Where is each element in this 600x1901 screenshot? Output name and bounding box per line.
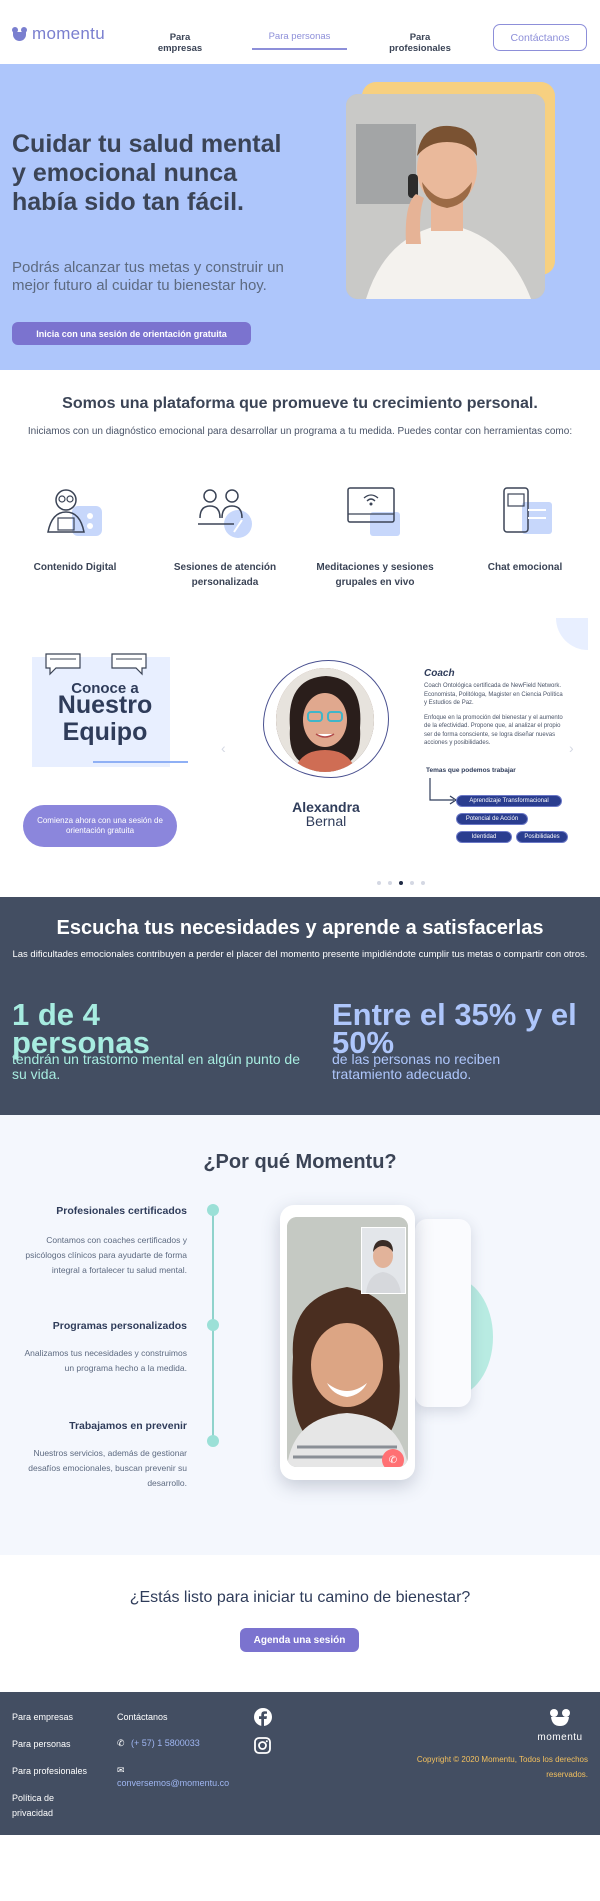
theme-pill: Posibilidades <box>516 831 568 843</box>
nav-para-empresas[interactable]: Para empresas <box>148 32 212 54</box>
personal-session-icon <box>194 484 256 546</box>
feature-emotional-chat: Chat emocional <box>460 484 590 575</box>
why-item-heading: Programas personalizados <box>52 1320 187 1332</box>
feature-label: Sesiones de atención personalizada <box>173 562 277 588</box>
team-title-large: Nuestro Equipo <box>57 691 153 746</box>
stat2-value: Entre el 35% y el 50% <box>332 997 577 1060</box>
video-call-screen: ✆ <box>287 1217 408 1467</box>
carousel-dot[interactable] <box>410 881 414 885</box>
coach-portrait <box>276 668 374 772</box>
feature-digital-content: Contenido Digital <box>10 484 140 575</box>
stat1-value: 1 de 4 personas <box>12 997 150 1060</box>
chat-icon <box>494 484 556 546</box>
hero-cta-button[interactable]: Inicia con una sesión de orientación gra… <box>12 322 251 345</box>
footer-link-privacy[interactable]: Política de privacidad <box>12 1791 92 1821</box>
carousel-dot-active[interactable] <box>399 881 403 885</box>
nav-para-profesionales[interactable]: Para profesionales <box>386 32 454 54</box>
timeline-dot <box>207 1319 219 1331</box>
footer-phone[interactable]: (+ 57) 1 5800033 <box>131 1738 200 1748</box>
digital-content-icon <box>44 484 106 546</box>
team-cta-button[interactable]: Comienza ahora con una sesión de orienta… <box>23 805 177 847</box>
feature-label: Meditaciones y sesiones grupales en vivo <box>316 562 434 588</box>
coach-bio: Coach Ontológica certificada de NewField… <box>424 683 563 746</box>
stats-title: Escucha tus necesidades y aprende a sati… <box>56 917 544 939</box>
why-item-heading: Profesionales certificados <box>56 1205 187 1217</box>
facebook-icon[interactable] <box>254 1708 272 1726</box>
logo[interactable]: momentu <box>12 24 105 44</box>
platform-text: Iniciamos con un diagnóstico emocional p… <box>27 426 573 437</box>
email-icon: ✉ <box>117 1765 125 1775</box>
themes-connector <box>429 778 458 805</box>
logo-text: momentu <box>32 24 105 43</box>
stat1-description: tendrán un trastorno mental en algún pun… <box>12 1051 300 1082</box>
logo-mark-icon <box>12 27 28 41</box>
stats-section: Escucha tus necesidades y aprende a sati… <box>0 897 600 1115</box>
live-meditation-icon <box>344 484 406 546</box>
theme-pill: Potencial de Acción <box>456 813 528 825</box>
logo-mark-icon <box>550 1709 570 1726</box>
themes-title: Temas que podemos trabajar <box>426 767 516 774</box>
coach-role: Coach <box>424 668 455 679</box>
carousel-dot[interactable] <box>377 881 381 885</box>
contact-button[interactable]: Contáctanos <box>493 24 587 51</box>
hero-subtitle: Podrás alcanzar tus metas y construir un… <box>12 259 284 294</box>
chat-bubbles-icon <box>45 653 147 676</box>
footer-logo-text: momentu <box>537 1732 583 1743</box>
footer-contact-title: Contáctanos <box>117 1712 168 1722</box>
footer-logo[interactable]: momentu <box>532 1709 588 1743</box>
why-item-text: Nuestros servicios, además de gestionar … <box>28 1448 187 1488</box>
carousel-dot[interactable] <box>421 881 425 885</box>
cta-title: ¿Estás listo para iniciar tu camino de b… <box>129 1589 471 1606</box>
hero-photo <box>346 94 545 299</box>
schedule-session-button[interactable]: Agenda una sesión <box>240 1628 359 1652</box>
nav-para-personas[interactable]: Para personas <box>252 31 347 42</box>
hero-section: Cuidar tu salud mental y emocional nunca… <box>0 64 600 370</box>
theme-pill: Aprendizaje Transformacional <box>456 795 562 807</box>
footer-link-empresas[interactable]: Para empresas <box>12 1710 73 1725</box>
timeline-dot <box>207 1435 219 1447</box>
feature-personal-sessions: Sesiones de atención personalizada <box>160 484 290 590</box>
platform-title: Somos una plataforma que promueve tu cre… <box>62 395 538 412</box>
footer-link-profesionales[interactable]: Para profesionales <box>12 1764 87 1779</box>
nav-active-underline <box>252 48 347 50</box>
feature-label: Chat emocional <box>487 562 563 573</box>
footer: Para empresas Para personas Para profesi… <box>0 1692 600 1835</box>
top-navbar: momentu Para empresas Para personas Para p… <box>0 0 600 64</box>
team-title-underline <box>93 761 188 763</box>
carousel-prev-arrow-icon[interactable]: ‹ <box>221 740 226 756</box>
stats-text: Las dificultades emocionales contribuyen… <box>12 949 588 960</box>
why-item-text: Analizamos tus necesidades y construimos… <box>24 1348 187 1373</box>
why-section: ¿Por qué Momentu? Profesionales certific… <box>0 1115 600 1555</box>
theme-pill: Identidad <box>456 831 512 843</box>
hero-title: Cuidar tu salud mental y emocional nunca… <box>12 130 282 216</box>
phone-mockup: ✆ <box>280 1205 415 1480</box>
feature-label: Contenido Digital <box>33 562 117 573</box>
coach-name: Alexandra Bernal <box>292 799 360 829</box>
why-item-heading: Trabajamos en prevenir <box>69 1420 187 1432</box>
hang-up-icon[interactable]: ✆ <box>382 1449 404 1467</box>
self-view-thumbnail <box>361 1227 406 1294</box>
footer-email[interactable]: conversemos@momentu.co <box>117 1778 229 1788</box>
why-title: ¿Por qué Momentu? <box>203 1151 397 1173</box>
stat2-description: de las personas no reciben tratamiento a… <box>332 1051 501 1082</box>
secondary-phone <box>415 1219 471 1407</box>
footer-link-personas[interactable]: Para personas <box>12 1737 71 1752</box>
corner-decoration <box>556 618 588 650</box>
carousel-dot[interactable] <box>388 881 392 885</box>
timeline-dot <box>207 1204 219 1216</box>
carousel-next-arrow-icon[interactable]: › <box>569 740 574 756</box>
phone-icon: ✆ <box>117 1738 125 1748</box>
feature-live-meditations: Meditaciones y sesiones grupales en vivo <box>310 484 440 590</box>
footer-copyright: Copyright © 2020 Momentu, Todos los dere… <box>416 1755 588 1779</box>
instagram-icon[interactable] <box>254 1737 271 1754</box>
why-item-text: Contamos con coaches certificados y psic… <box>25 1235 187 1275</box>
